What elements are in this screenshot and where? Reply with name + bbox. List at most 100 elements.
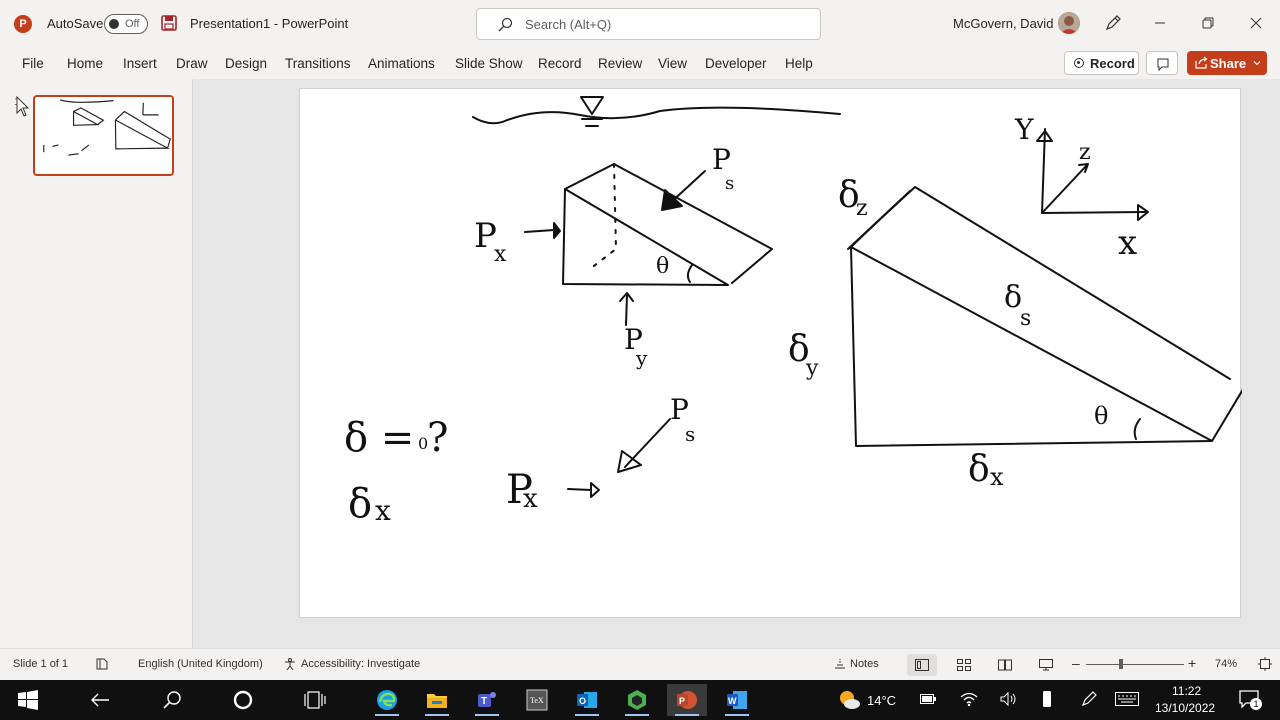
chevron-down-icon[interactable] — [1252, 58, 1262, 68]
slide-thumbnail[interactable] — [33, 95, 174, 176]
label-axis-z: z — [1079, 140, 1091, 165]
toggle-knob — [109, 19, 119, 29]
slide-thumbnail-preview — [43, 99, 171, 156]
comments-button[interactable] — [1146, 51, 1178, 75]
tab-file[interactable]: File — [22, 56, 44, 71]
task-view-button[interactable] — [295, 684, 335, 716]
tab-review[interactable]: Review — [598, 56, 642, 71]
ink-drawing[interactable]: P x P s P y θ δ z δ s δ y δ x θ Y z x δ … — [300, 89, 1242, 619]
fit-to-window-icon[interactable] — [1258, 657, 1272, 671]
free-surface-symbol — [580, 96, 604, 115]
tab-help[interactable]: Help — [785, 56, 813, 71]
folder-icon — [427, 694, 447, 708]
slide-counter[interactable]: Slide 1 of 1 — [13, 658, 68, 670]
clock-time[interactable]: 11:22 — [1172, 684, 1201, 698]
tab-record[interactable]: Record — [538, 56, 582, 71]
file-explorer-app[interactable] — [417, 684, 457, 716]
reading-view-icon — [998, 659, 1012, 671]
cortana-icon — [233, 690, 253, 710]
wifi-icon[interactable] — [960, 691, 978, 707]
accessibility-icon[interactable] — [283, 657, 297, 671]
zoom-in-button[interactable]: + — [1188, 655, 1196, 671]
tab-slide-show[interactable]: Slide Show — [455, 56, 523, 71]
cortana-button[interactable] — [223, 684, 263, 716]
slide-show-icon — [1039, 659, 1053, 671]
tab-transitions[interactable]: Transitions — [285, 56, 351, 71]
tab-insert[interactable]: Insert — [123, 56, 157, 71]
outlook-app[interactable]: O — [567, 684, 607, 716]
label-delta-s-sub: s — [1020, 306, 1031, 331]
big-wedge-right-edge — [1211, 389, 1242, 442]
windows-taskbar: T TeX O P W 14°C 11:22 13/10/2022 1 — [0, 680, 1280, 720]
geogebra-icon — [628, 690, 646, 710]
normal-view-button[interactable] — [907, 654, 937, 676]
water-surface-line — [472, 106, 841, 125]
zoom-out-button[interactable]: – — [1072, 655, 1080, 671]
title-bar: P AutoSave Off Presentation1 - PowerPoin… — [0, 0, 1280, 48]
restore-icon[interactable] — [1199, 14, 1217, 32]
volume-icon[interactable] — [1000, 691, 1018, 707]
weather-temperature[interactable]: 14°C — [867, 693, 896, 708]
record-button[interactable]: Record — [1064, 51, 1139, 75]
minimize-icon[interactable] — [1151, 14, 1169, 32]
touch-keyboard-icon[interactable] — [1115, 692, 1139, 706]
svg-text:TeX: TeX — [530, 696, 544, 705]
user-name[interactable]: McGovern, David — [953, 16, 1053, 31]
slide-editor[interactable]: P x P s P y θ δ z δ s δ y δ x θ Y z x δ … — [194, 79, 1280, 648]
label-ps-bottom-sub: s — [685, 422, 695, 446]
tab-developer[interactable]: Developer — [705, 56, 767, 71]
tab-home[interactable]: Home — [67, 56, 103, 71]
notes-button[interactable]: Notes — [850, 658, 879, 670]
windows-logo-icon — [18, 690, 38, 710]
tab-design[interactable]: Design — [225, 56, 267, 71]
tab-view[interactable]: View — [658, 56, 687, 71]
powerpoint-app[interactable]: P — [667, 684, 707, 716]
start-button[interactable] — [8, 684, 48, 716]
share-button[interactable]: Share — [1187, 51, 1267, 75]
save-icon[interactable] — [161, 15, 177, 31]
geogebra-app[interactable] — [617, 684, 657, 716]
slide-canvas[interactable]: P x P s P y θ δ z δ s δ y δ x θ Y z x δ … — [299, 88, 1242, 619]
document-title: Presentation1 - PowerPoint — [190, 16, 349, 31]
pen-menu-icon[interactable] — [1080, 690, 1098, 708]
notification-center[interactable]: 1 — [1238, 688, 1262, 710]
autosave-toggle[interactable]: Off — [104, 14, 148, 34]
record-icon — [1074, 58, 1084, 68]
big-theta-arc — [1133, 418, 1141, 440]
back-button[interactable] — [80, 684, 120, 716]
svg-text:T: T — [481, 696, 487, 707]
texmaker-app[interactable]: TeX — [517, 684, 557, 716]
tab-animations[interactable]: Animations — [368, 56, 435, 71]
tab-draw[interactable]: Draw — [176, 56, 208, 71]
zoom-slider[interactable] — [1086, 664, 1184, 665]
zoom-level[interactable]: 74% — [1215, 658, 1237, 670]
slide-show-button[interactable] — [1031, 654, 1061, 676]
avatar-image — [1058, 12, 1080, 34]
avatar[interactable] — [1058, 12, 1080, 34]
share-button-label: Share — [1210, 55, 1247, 71]
powerpoint-taskbar-icon: P — [677, 691, 697, 709]
zoom-slider-thumb[interactable] — [1119, 659, 1123, 669]
teams-app[interactable]: T — [467, 684, 507, 716]
edge-app[interactable] — [367, 684, 407, 716]
taskbar-search-button[interactable] — [152, 684, 192, 716]
phone-link-icon[interactable] — [1042, 690, 1052, 708]
battery-icon[interactable] — [920, 694, 936, 704]
search-icon — [498, 17, 513, 32]
slide-sorter-icon — [957, 659, 971, 671]
search-input[interactable]: Search (Alt+Q) — [476, 8, 821, 40]
accessibility-status[interactable]: Accessibility: Investigate — [301, 658, 420, 670]
slide-thumbnail-pane: 1 — [0, 79, 193, 648]
notes-icon[interactable] — [833, 657, 847, 671]
label-delta-x-left: δ — [348, 481, 372, 527]
language-indicator[interactable]: English (United Kingdom) — [138, 658, 263, 670]
weather-icon[interactable] — [837, 688, 861, 712]
slide-sorter-button[interactable] — [949, 654, 979, 676]
clock-date[interactable]: 13/10/2022 — [1155, 701, 1215, 715]
pen-icon[interactable] — [1104, 14, 1122, 32]
notification-badge: 1 — [1250, 698, 1262, 710]
word-app[interactable]: W — [717, 684, 757, 716]
reading-view-button[interactable] — [990, 654, 1020, 676]
spelling-check-icon[interactable] — [95, 657, 109, 671]
close-icon[interactable] — [1247, 14, 1265, 32]
